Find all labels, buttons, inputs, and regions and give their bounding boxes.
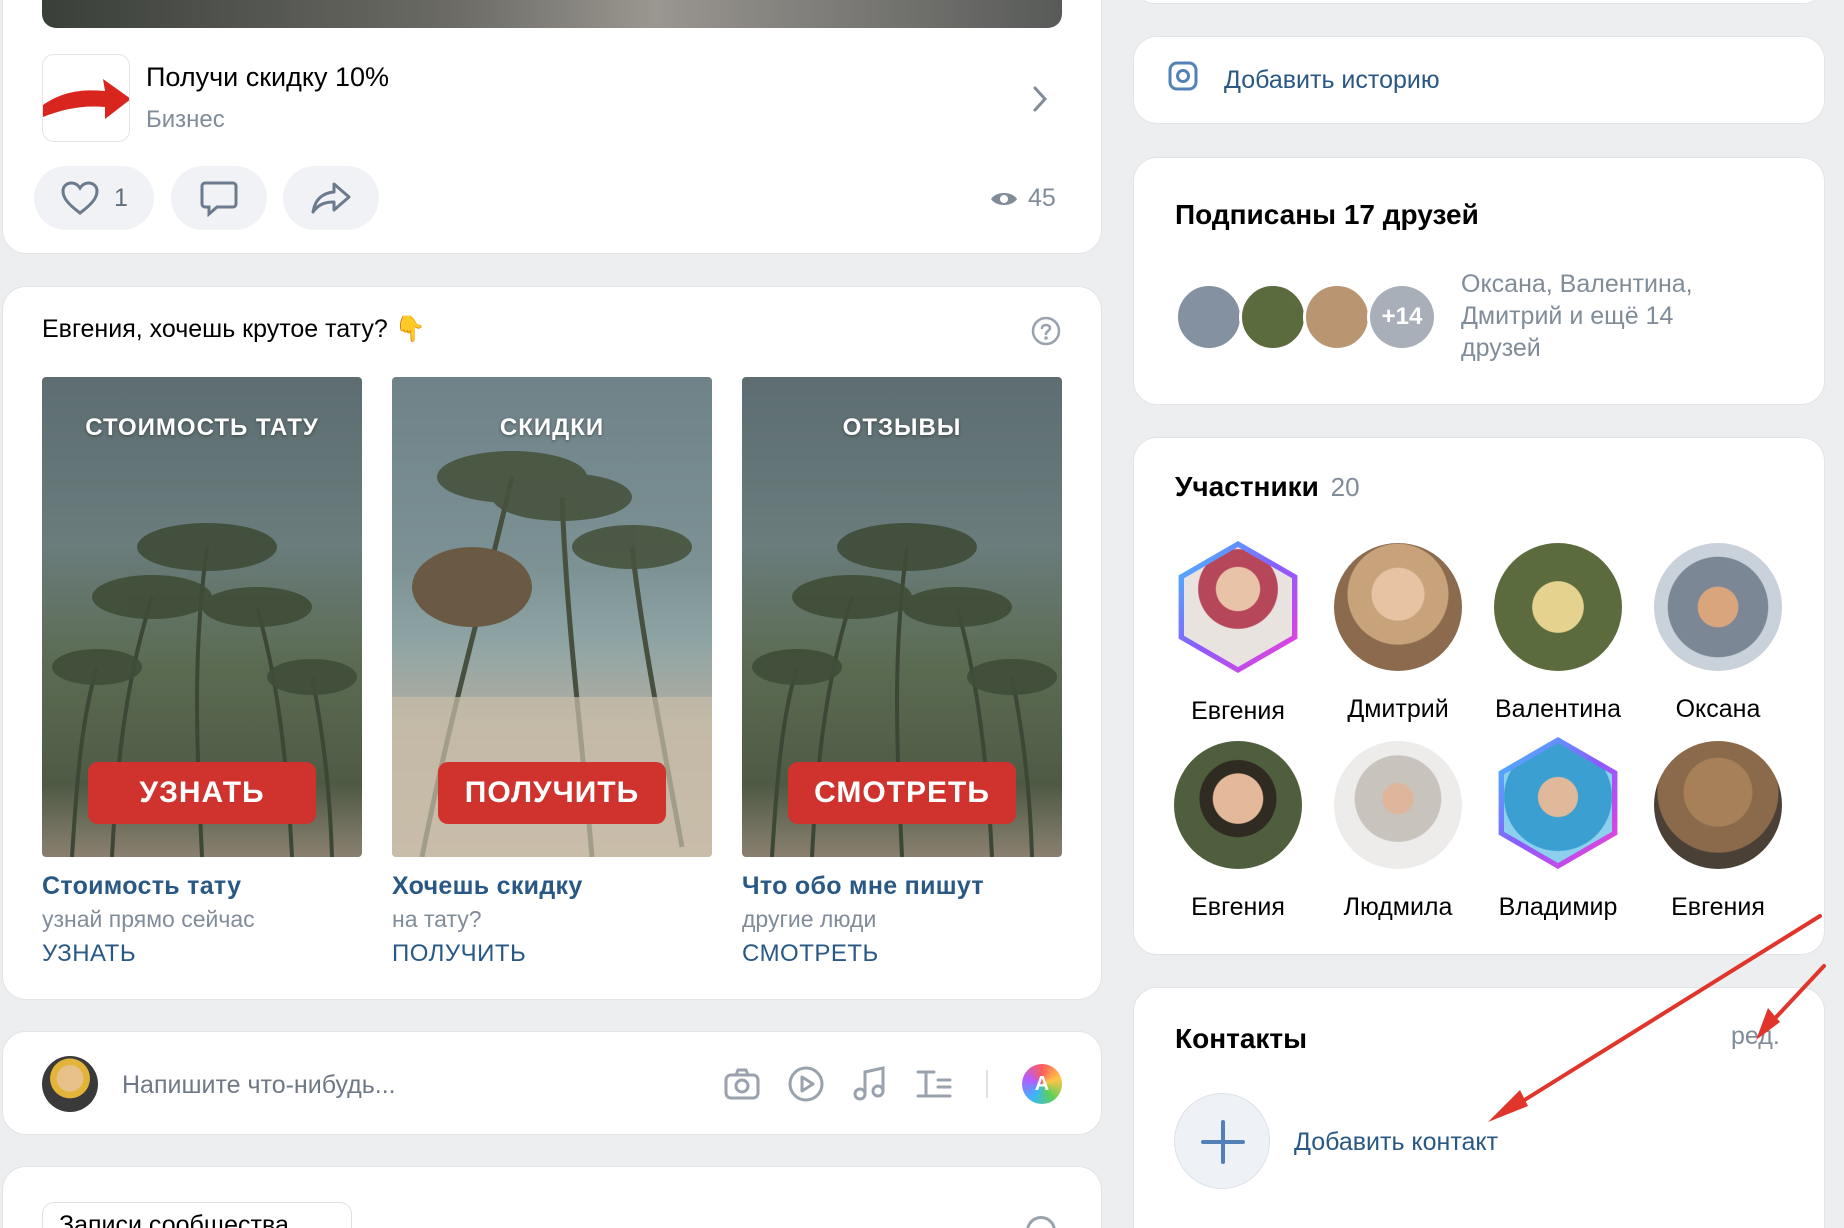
ad-link-1[interactable]: УЗНАТЬ xyxy=(42,940,136,968)
story-icon xyxy=(1168,61,1198,91)
link-caption: Бизнес xyxy=(146,106,225,133)
ad-link-3[interactable]: СМОТРЕТЬ xyxy=(742,940,879,968)
ad-subtitle-1: узнай прямо сейчас xyxy=(42,906,255,932)
member-valentina[interactable]: Валентина xyxy=(1483,543,1633,724)
member-oksana[interactable]: Оксана xyxy=(1643,543,1793,724)
ad-title-1[interactable]: Стоимость тату xyxy=(42,872,241,901)
ad-subtitle-2: на тату? xyxy=(392,906,482,932)
add-contact-button[interactable] xyxy=(1174,1093,1270,1189)
members-count: 20 xyxy=(1330,472,1360,502)
share-button[interactable] xyxy=(283,166,379,230)
article-icon[interactable] xyxy=(914,1064,954,1104)
ad-link-2[interactable]: ПОЛУЧИТЬ xyxy=(392,940,526,968)
avatar xyxy=(1498,737,1618,869)
member-evgenia-2[interactable]: Евгения xyxy=(1163,741,1313,922)
ad-image-cta-1[interactable]: УЗНАТЬ xyxy=(88,762,316,824)
help-icon[interactable] xyxy=(1031,316,1061,346)
ad-image-title-2: СКИДКИ xyxy=(499,414,605,441)
plus-icon xyxy=(1201,1120,1245,1164)
member-lyudmila[interactable]: Людмила xyxy=(1323,741,1473,922)
member-name: Валентина xyxy=(1494,695,1621,723)
member-vladimir[interactable]: Владимир xyxy=(1483,737,1633,922)
top-sidebar-card xyxy=(1133,0,1825,4)
composer-divider xyxy=(986,1070,988,1098)
avatar xyxy=(1334,741,1462,869)
comment-icon xyxy=(200,181,238,217)
add-contact-link[interactable]: Добавить контакт xyxy=(1294,1128,1498,1157)
like-count: 1 xyxy=(114,183,128,212)
ad-image-title-1: СТОИМОСТЬ ТАТУ xyxy=(85,414,319,441)
heart-icon xyxy=(61,181,99,215)
ad-image-cta-3[interactable]: СМОТРЕТЬ xyxy=(788,762,1016,824)
video-icon[interactable] xyxy=(786,1064,826,1104)
ad-image-cta-2[interactable]: ПОЛУЧИТЬ xyxy=(438,762,666,824)
avatar xyxy=(1334,543,1462,671)
member-name: Людмила xyxy=(1343,893,1453,921)
member-name: Евгения xyxy=(1191,893,1285,921)
link-attachment[interactable]: Получи скидку 10% Бизнес xyxy=(42,54,1062,144)
chevron-right-icon xyxy=(1033,86,1048,112)
share-icon xyxy=(311,182,351,214)
member-name: Оксана xyxy=(1675,695,1761,723)
avatar xyxy=(1175,283,1243,351)
like-button[interactable]: 1 xyxy=(34,166,154,230)
member-name: Евгения xyxy=(1191,697,1285,725)
member-name: Дмитрий xyxy=(1347,695,1449,723)
music-icon[interactable] xyxy=(850,1064,890,1104)
camera-icon[interactable] xyxy=(722,1064,762,1104)
member-dmitry[interactable]: Дмитрий xyxy=(1323,543,1473,724)
annotation-arrows xyxy=(1488,914,1826,1122)
friends-names[interactable]: Оксана, Валентина, Дмитрий и ещё 14 друз… xyxy=(1461,268,1751,364)
avatar xyxy=(1654,741,1782,869)
link-title: Получи скидку 10% xyxy=(146,62,390,92)
member-evgenia-3[interactable]: Евгения xyxy=(1643,741,1793,922)
link-thumbnail xyxy=(42,54,130,142)
member-evgenia[interactable]: Евгения xyxy=(1163,541,1313,726)
add-story-link[interactable]: Добавить историю xyxy=(1224,66,1440,95)
contacts-title: Контакты xyxy=(1175,1023,1308,1054)
avatar xyxy=(1174,741,1302,869)
ad-title-3[interactable]: Что обо мне пишут xyxy=(742,872,984,901)
avatar xyxy=(1178,541,1298,673)
ads-header: Евгения, хочешь крутое тату? 👇 xyxy=(42,315,426,343)
red-arrow-logo-icon xyxy=(43,79,129,119)
friends-title: Подписаны 17 друзей xyxy=(1175,199,1479,230)
author-avatar-button[interactable]: A xyxy=(1022,1064,1062,1104)
avatar xyxy=(1239,283,1307,351)
ad-subtitle-3: другие люди xyxy=(742,906,877,932)
comment-button[interactable] xyxy=(171,166,267,230)
friends-avatars[interactable]: +14 xyxy=(1175,283,1445,351)
wall-tab[interactable]: Записи сообщества xyxy=(42,1202,352,1228)
composer-input[interactable]: Напишите что-нибудь... xyxy=(122,1071,396,1100)
eye-icon xyxy=(991,192,1017,205)
views-counter: 45 xyxy=(990,184,1056,213)
ad-image-title-3: ОТЗЫВЫ xyxy=(842,414,962,441)
composer-avatar xyxy=(42,1056,98,1112)
ad-title-2[interactable]: Хочешь скидку xyxy=(392,872,583,901)
post-image[interactable] xyxy=(42,0,1062,28)
members-title[interactable]: Участники 20 xyxy=(1175,471,1360,503)
avatar xyxy=(1494,543,1622,671)
avatar xyxy=(1303,283,1371,351)
more-friends-badge: +14 xyxy=(1367,283,1437,351)
avatar xyxy=(1654,543,1782,671)
